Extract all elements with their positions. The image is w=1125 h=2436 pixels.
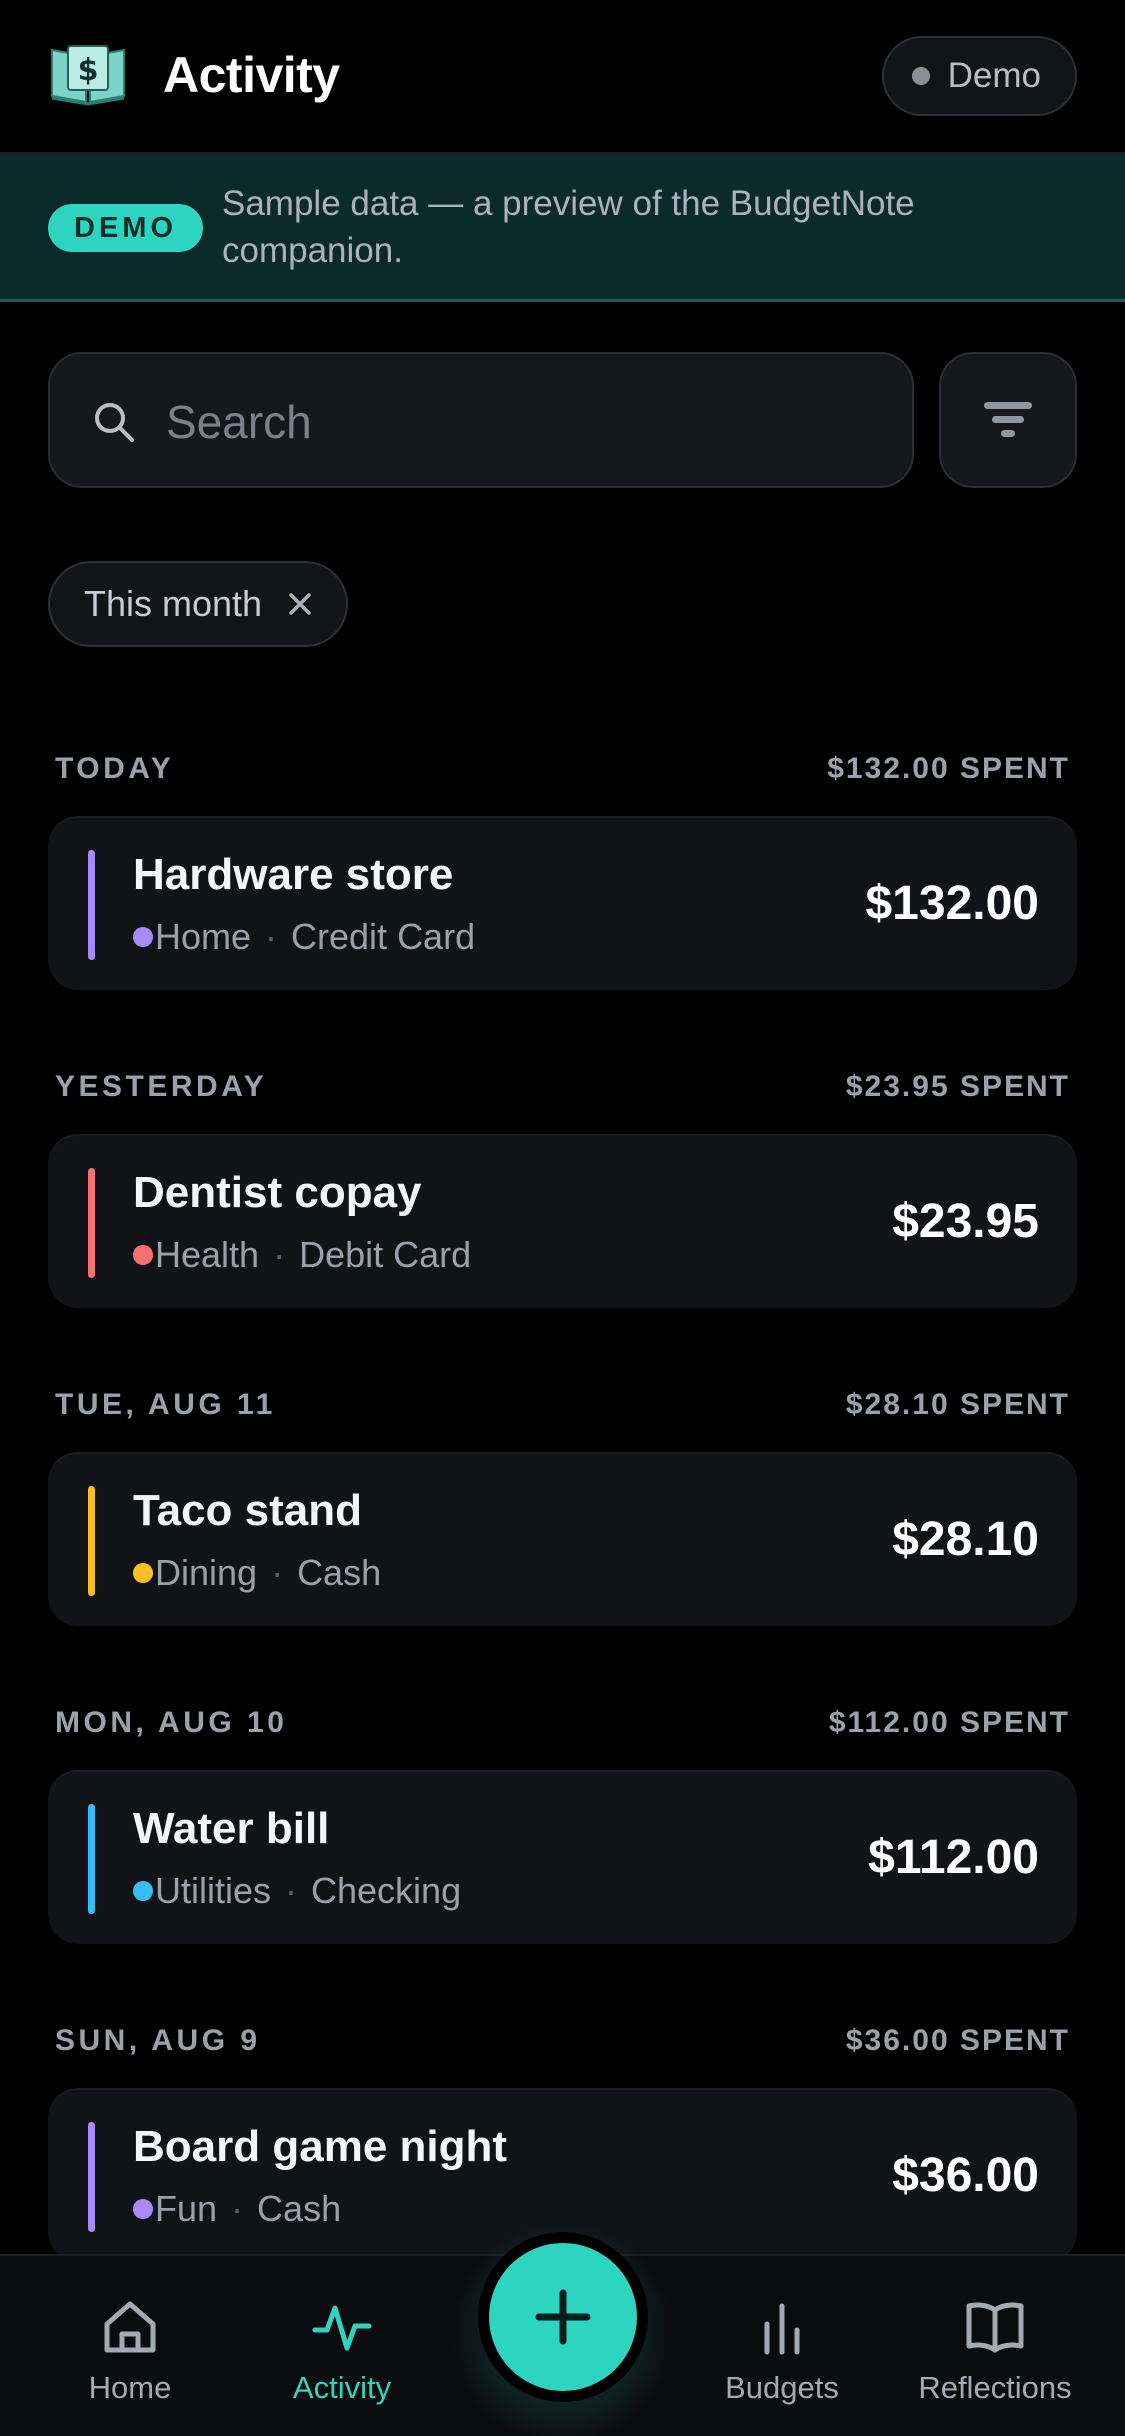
transaction-card[interactable]: Water bill Utilities · Checking $112.00: [48, 1770, 1077, 1944]
nav-budgets-label: Budgets: [725, 2370, 839, 2405]
transaction-account: Cash: [297, 1552, 382, 1593]
activity-pulse-icon: [312, 2305, 372, 2351]
transaction-category: Fun: [155, 2188, 218, 2229]
transaction-category: Home: [155, 916, 252, 957]
transaction-meta: Dining · Cash: [133, 1552, 381, 1594]
filter-icon: [984, 402, 1032, 437]
section-day-label: TUE, AUG 11: [55, 1388, 276, 1421]
demo-badge: DEMO: [48, 204, 203, 252]
filter-chip-label: This month: [84, 583, 263, 624]
money-book-icon: $: [51, 45, 125, 106]
day-section-header: TUE, AUG 11 $28.10 SPENT: [55, 1385, 1070, 1425]
meta-separator: ·: [271, 1552, 284, 1593]
search-input[interactable]: [166, 384, 866, 460]
transaction-account: Debit Card: [299, 1234, 472, 1275]
category-color-bar: [88, 1804, 95, 1914]
transaction-account: Credit Card: [291, 916, 476, 957]
page-title: Activity: [163, 47, 340, 103]
nav-budgets[interactable]: Budgets: [682, 2296, 882, 2406]
filter-chip-this-month[interactable]: This month: [48, 561, 349, 647]
close-icon[interactable]: [288, 592, 312, 616]
svg-text:$: $: [78, 53, 99, 88]
day-section-header: YESTERDAY $23.95 SPENT: [55, 1067, 1070, 1107]
transaction-title: Water bill: [133, 1804, 330, 1853]
transaction-meta: Utilities · Checking: [133, 1870, 461, 1912]
section-day-label: SUN, AUG 9: [55, 2024, 261, 2057]
transaction-card[interactable]: Hardware store Home · Credit Card $132.0…: [48, 816, 1077, 990]
app-header: $ Activity Demo: [0, 0, 1125, 154]
transaction-title: Taco stand: [133, 1486, 363, 1535]
transaction-account: Cash: [257, 2188, 342, 2229]
transaction-title: Hardware store: [133, 850, 454, 899]
day-section-header: TODAY $132.00 SPENT: [55, 749, 1070, 789]
demo-mode-pill[interactable]: Demo: [881, 36, 1077, 116]
category-color-bar: [88, 1486, 95, 1596]
bar-chart-icon: [764, 2303, 800, 2355]
section-total-spent: $28.10 SPENT: [845, 1388, 1070, 1421]
transaction-meta: Health · Debit Card: [133, 1234, 471, 1276]
meta-separator: ·: [265, 916, 278, 957]
day-section-header: MON, AUG 10 $112.00 SPENT: [55, 1703, 1070, 1743]
transaction-amount: $112.00: [868, 1831, 1039, 1884]
day-section-header: SUN, AUG 9 $36.00 SPENT: [55, 2021, 1070, 2061]
section-day-label: YESTERDAY: [55, 1070, 268, 1103]
category-color-bar: [88, 850, 95, 960]
add-transaction-button[interactable]: [478, 2232, 648, 2402]
transaction-category: Health: [155, 1234, 260, 1275]
search-box[interactable]: [48, 352, 914, 488]
search-icon: [95, 403, 134, 442]
nav-home-label: Home: [88, 2370, 172, 2405]
transaction-amount: $28.10: [892, 1513, 1039, 1566]
category-dot-icon: [133, 927, 153, 947]
meta-separator: ·: [273, 1234, 286, 1275]
demo-banner-text: Sample data — a preview of the BudgetNot…: [222, 184, 915, 270]
category-dot-icon: [133, 1245, 153, 1265]
transaction-title: Dentist copay: [133, 1168, 422, 1217]
filter-button[interactable]: [939, 352, 1077, 488]
meta-separator: ·: [285, 1870, 298, 1911]
transaction-category: Dining: [155, 1552, 258, 1593]
demo-banner: DEMO Sample data — a preview of the Budg…: [0, 154, 1125, 302]
add-button-face[interactable]: [489, 2243, 637, 2391]
section-total-spent: $132.00 SPENT: [827, 752, 1070, 785]
transaction-meta: Fun · Cash: [133, 2188, 341, 2230]
nav-reflections[interactable]: Reflections: [895, 2296, 1095, 2406]
transaction-account: Checking: [311, 1870, 462, 1911]
nav-activity-label: Activity: [292, 2370, 392, 2405]
section-total-spent: $23.95 SPENT: [845, 1070, 1070, 1103]
category-dot-icon: [133, 2199, 153, 2219]
category-color-bar: [88, 2122, 95, 2232]
transaction-title: Board game night: [133, 2122, 508, 2171]
section-total-spent: $112.00 SPENT: [828, 1706, 1070, 1739]
nav-reflections-label: Reflections: [918, 2370, 1072, 2405]
transaction-category: Utilities: [155, 1870, 272, 1911]
nav-activity[interactable]: Activity: [242, 2296, 442, 2406]
home-icon: [104, 2301, 156, 2353]
transaction-amount: $36.00: [892, 2149, 1039, 2202]
category-dot-icon: [133, 1563, 153, 1583]
demo-mode-label: Demo: [947, 56, 1041, 95]
section-total-spent: $36.00 SPENT: [845, 2024, 1070, 2057]
transaction-amount: $23.95: [892, 1195, 1039, 1248]
category-color-bar: [88, 1168, 95, 1278]
transaction-amount: $132.00: [865, 877, 1039, 930]
transaction-meta: Home · Credit Card: [133, 916, 475, 958]
transaction-card[interactable]: Dentist copay Health · Debit Card $23.95: [48, 1134, 1077, 1308]
section-day-label: TODAY: [55, 752, 175, 785]
plus-icon: [535, 2289, 591, 2345]
transaction-card[interactable]: Taco stand Dining · Cash $28.10: [48, 1452, 1077, 1626]
nav-home[interactable]: Home: [30, 2296, 230, 2406]
open-book-icon: [966, 2302, 1024, 2353]
meta-separator: ·: [231, 2188, 244, 2229]
status-dot-icon: [911, 67, 930, 85]
section-day-label: MON, AUG 10: [55, 1706, 288, 1739]
category-dot-icon: [133, 1881, 153, 1901]
